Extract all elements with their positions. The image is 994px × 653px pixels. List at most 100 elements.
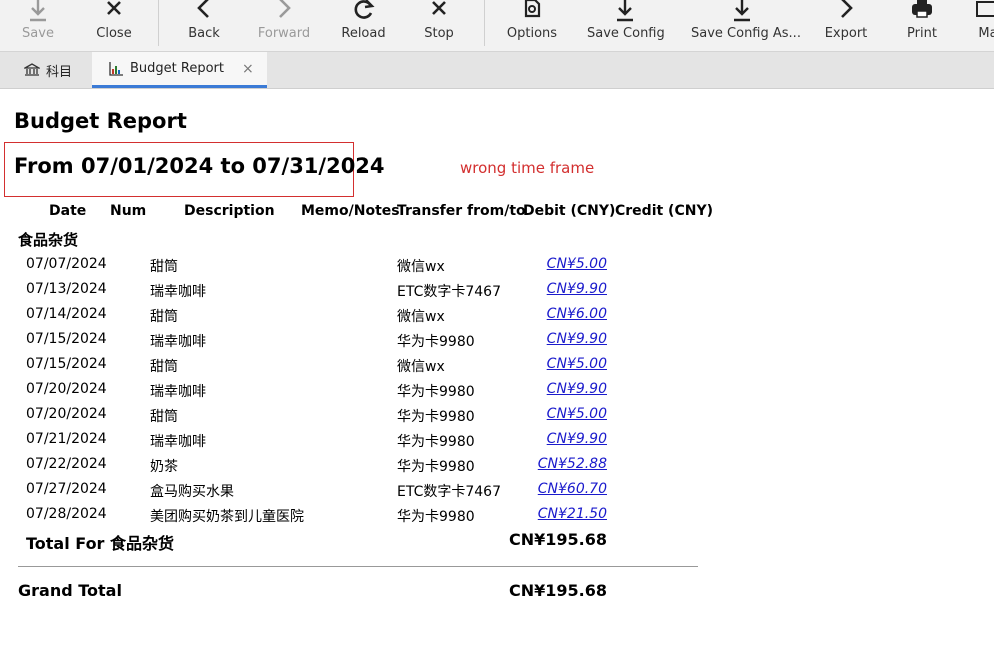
row-description: 瑞幸咖啡 [150, 434, 206, 450]
table-row: 07/27/2024 盒马购买水果 ETC数字卡7467 CN¥60.70 [0, 481, 720, 506]
row-transfer: 华为卡9980 [397, 384, 475, 400]
row-debit-link[interactable]: CN¥5.00 [547, 356, 607, 372]
toolbar-separator [484, 0, 485, 46]
row-transfer: 微信wx [397, 259, 445, 275]
row-date: 07/28/2024 [26, 506, 107, 522]
tab-bar: 科目 Budget Report × [0, 52, 994, 89]
table-row: 07/20/2024 瑞幸咖啡 华为卡9980 CN¥9.90 [0, 381, 720, 406]
tab-label: 科目 [46, 64, 73, 80]
row-transfer: 华为卡9980 [397, 409, 475, 425]
table-row: 07/15/2024 瑞幸咖啡 华为卡9980 CN¥9.90 [0, 331, 720, 356]
account-total-value: CN¥195.68 [508, 530, 607, 549]
table-row: 07/15/2024 甜筒 微信wx CN¥5.00 [0, 356, 720, 381]
tab-label: Budget Report [130, 61, 224, 76]
row-transfer: 华为卡9980 [397, 509, 475, 525]
row-date: 07/15/2024 [26, 356, 107, 372]
row-debit-link[interactable]: CN¥9.90 [547, 281, 607, 297]
table-row: 07/21/2024 瑞幸咖啡 华为卡9980 CN¥9.90 [0, 431, 720, 456]
tab-accounts[interactable]: 科目 [16, 52, 88, 88]
column-header-memo: Memo/Notes [301, 203, 400, 219]
row-date: 07/27/2024 [26, 481, 107, 497]
column-header-debit: Debit (CNY) [523, 203, 616, 219]
back-button[interactable]: Back [179, 0, 229, 51]
row-date: 07/21/2024 [26, 431, 107, 447]
row-debit-link[interactable]: CN¥9.90 [547, 381, 607, 397]
row-date: 07/13/2024 [26, 281, 107, 297]
table-row: 07/20/2024 甜筒 华为卡9980 CN¥5.00 [0, 406, 720, 431]
row-description: 美团购买奶茶到儿童医院 [150, 509, 304, 525]
column-header-num: Num [110, 203, 147, 219]
row-description: 瑞幸咖啡 [150, 334, 206, 350]
column-header-credit: Credit (CNY) [615, 203, 713, 219]
row-debit-link[interactable]: CN¥5.00 [547, 406, 607, 422]
row-date: 07/15/2024 [26, 331, 107, 347]
row-debit-link[interactable]: CN¥60.70 [538, 481, 607, 497]
divider [18, 566, 698, 567]
row-description: 甜筒 [150, 259, 178, 275]
row-date: 07/07/2024 [26, 256, 107, 272]
report-icon [109, 61, 123, 76]
row-transfer: 华为卡9980 [397, 434, 475, 450]
tab-budget-report[interactable]: Budget Report × [92, 52, 267, 88]
table-row: 07/22/2024 奶茶 华为卡9980 CN¥52.88 [0, 456, 720, 481]
forward-icon [279, 0, 291, 18]
row-debit-link[interactable]: CN¥52.88 [538, 456, 607, 472]
column-header-date: Date [49, 203, 87, 219]
row-debit-link[interactable]: CN¥5.00 [547, 256, 607, 272]
report-date-range: From 07/01/2024 to 07/31/2024 [14, 154, 385, 178]
export-icon [841, 0, 853, 18]
grand-total-value: CN¥195.68 [508, 581, 607, 600]
row-transfer: ETC数字卡7467 [397, 484, 501, 500]
grand-total-label: Grand Total [18, 581, 122, 600]
save-config-icon [616, 0, 633, 22]
table-row: 07/07/2024 甜筒 微信wx CN¥5.00 [0, 256, 720, 281]
table-row: 07/14/2024 甜筒 微信wx CN¥6.00 [0, 306, 720, 331]
row-date: 07/20/2024 [26, 381, 107, 397]
row-debit-link[interactable]: CN¥6.00 [547, 306, 607, 322]
row-debit-link[interactable]: CN¥21.50 [538, 506, 607, 522]
toolbar: Save Close Back Forward Reload Stop Opti… [0, 0, 994, 52]
row-debit-link[interactable]: CN¥9.90 [547, 331, 607, 347]
row-description: 奶茶 [150, 459, 178, 475]
row-description: 瑞幸咖啡 [150, 384, 206, 400]
table-row: 07/13/2024 瑞幸咖啡 ETC数字卡7467 CN¥9.90 [0, 281, 720, 306]
close-button[interactable]: Close [89, 0, 139, 51]
export-button[interactable]: Export [821, 0, 871, 51]
reload-button[interactable]: Reload [336, 0, 391, 51]
save-config-button[interactable]: Save Config [587, 0, 665, 51]
save-config-as-icon [734, 0, 750, 22]
stop-button[interactable]: Stop [414, 0, 464, 51]
row-transfer: 华为卡9980 [397, 334, 475, 350]
account-total-label: Total For 食品杂货 [26, 534, 175, 553]
report-title: Budget Report [14, 109, 187, 133]
options-button[interactable]: Options [502, 0, 562, 51]
row-transfer: ETC数字卡7467 [397, 284, 501, 300]
close-icon [107, 1, 121, 15]
back-icon [197, 0, 209, 18]
save-icon [30, 0, 46, 22]
mail-icon [976, 1, 994, 17]
row-description: 甜筒 [150, 359, 178, 375]
save-button[interactable]: Save [13, 0, 63, 51]
print-button[interactable]: Print [897, 0, 947, 51]
row-date: 07/14/2024 [26, 306, 107, 322]
row-description: 瑞幸咖啡 [150, 284, 206, 300]
account-heading: 食品杂货 [18, 231, 79, 249]
save-config-as-button[interactable]: Save Config As... [691, 0, 801, 51]
print-icon [912, 0, 932, 18]
row-date: 07/22/2024 [26, 456, 107, 472]
forward-button[interactable]: Forward [254, 0, 314, 51]
mail-button[interactable]: Ma [968, 0, 994, 51]
row-debit-link[interactable]: CN¥9.90 [547, 431, 607, 447]
row-transfer: 微信wx [397, 309, 445, 325]
table-row: 07/28/2024 美团购买奶茶到儿童医院 华为卡9980 CN¥21.50 [0, 506, 720, 531]
row-description: 甜筒 [150, 309, 178, 325]
stop-icon [432, 1, 446, 15]
row-transfer: 微信wx [397, 359, 445, 375]
reload-icon [354, 0, 375, 19]
report-view: Budget Report From 07/01/2024 to 07/31/2… [0, 89, 994, 653]
row-description: 甜筒 [150, 409, 178, 425]
tab-close-icon[interactable]: × [242, 61, 254, 77]
column-header-description: Description [184, 203, 275, 219]
accounts-icon [24, 63, 40, 76]
